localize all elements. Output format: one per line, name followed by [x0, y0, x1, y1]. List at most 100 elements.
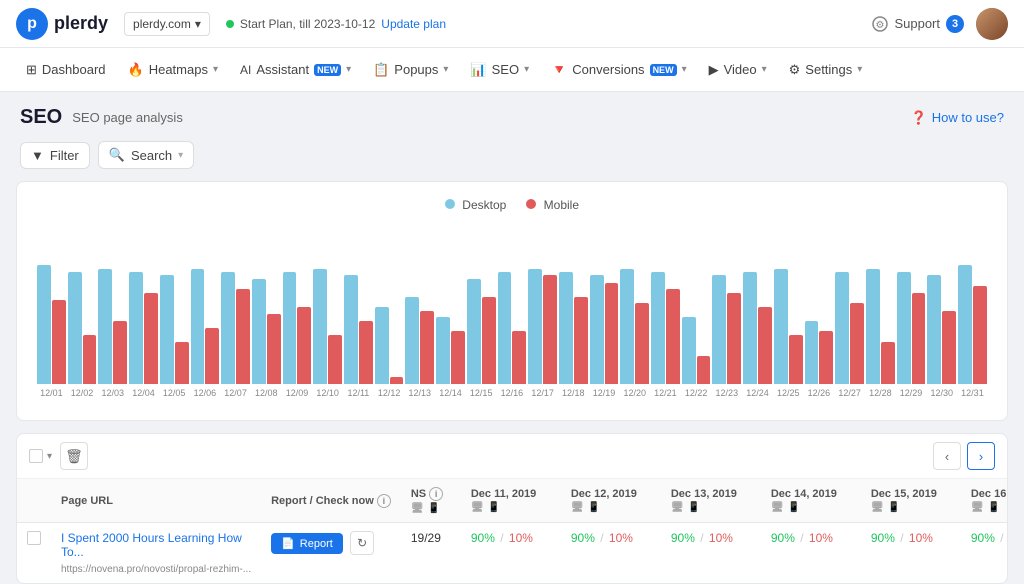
bar-group	[927, 275, 956, 384]
nav-item-dashboard[interactable]: ⊞ Dashboard	[16, 56, 116, 84]
topbar-right: ⚙ Support 3	[872, 8, 1008, 40]
next-page-button[interactable]: ›	[967, 442, 995, 470]
chevron-down-icon: ▾	[346, 64, 351, 75]
chart-label: 12/02	[68, 388, 97, 398]
conversions-icon: 🔻	[551, 62, 567, 78]
bar-group	[805, 321, 834, 384]
nav-label-heatmaps: Heatmaps	[149, 62, 208, 77]
mobile-legend-dot	[526, 199, 536, 209]
search-button[interactable]: 🔍 Search ▾	[98, 141, 194, 169]
update-plan-link[interactable]: Update plan	[381, 17, 446, 31]
nav-item-assistant[interactable]: AI Assistant NEW ▾	[230, 56, 361, 83]
chevron-down-icon: ▾	[857, 64, 862, 75]
nav-label-settings: Settings	[805, 62, 852, 77]
row-checkbox[interactable]	[27, 531, 41, 545]
row-date-1-cell: 90% / 10%	[461, 523, 561, 584]
table-toolbar-left: ▾ 🗑	[29, 442, 88, 470]
chart-label: 12/11	[344, 388, 373, 398]
question-icon: ❓	[911, 110, 927, 126]
bar-group	[252, 279, 281, 384]
col-report: Report / Check now i	[261, 479, 401, 523]
page-title: SEO	[20, 106, 62, 129]
desktop-bar	[620, 269, 634, 384]
desktop-bar	[774, 269, 788, 384]
mobile-bar	[267, 314, 281, 384]
chevron-down-icon: ▾	[762, 64, 767, 75]
report-button[interactable]: 📄 Report	[271, 533, 343, 554]
mobile-legend-label: Mobile	[544, 198, 579, 212]
chart-label: 12/15	[467, 388, 496, 398]
assistant-badge: NEW	[314, 64, 341, 76]
how-to-use-link[interactable]: ❓ How to use?	[911, 110, 1004, 126]
desktop-icon: 🖥	[571, 502, 584, 513]
filter-button[interactable]: ▼ Filter	[20, 142, 90, 169]
chart-label: 12/31	[958, 388, 987, 398]
nav-item-settings[interactable]: ⚙ Settings ▾	[779, 56, 873, 84]
bar-group	[897, 272, 926, 384]
domain-selector[interactable]: plerdy.com ▾	[124, 12, 210, 36]
bar-group	[590, 275, 619, 384]
table-row: I Spent 2000 Hours Learning How To... ht…	[17, 523, 1008, 584]
support-button[interactable]: ⚙ Support 3	[872, 15, 964, 33]
chevron-down-icon: ▾	[213, 64, 218, 75]
row-date-5-cell: 90% / 10%	[861, 523, 961, 584]
report-label: Report	[300, 538, 333, 550]
desktop-bar	[221, 272, 235, 384]
table-body: I Spent 2000 Hours Learning How To... ht…	[17, 523, 1008, 584]
prev-page-button[interactable]: ‹	[933, 442, 961, 470]
row-checkbox-cell	[17, 523, 51, 584]
bar-group	[467, 279, 496, 384]
chart-label: 12/12	[375, 388, 404, 398]
nav-item-seo[interactable]: 📊 SEO ▾	[460, 56, 539, 84]
mobile-small-icon: 📱	[428, 503, 440, 514]
logo[interactable]: p plerdy	[16, 8, 108, 40]
bar-group	[221, 272, 250, 384]
nav-item-video[interactable]: ▶ Video ▾	[699, 56, 777, 84]
search-label: Search	[131, 148, 172, 163]
page-url-link[interactable]: I Spent 2000 Hours Learning How To...	[61, 531, 251, 559]
col-date-2: Dec 12, 2019 🖥 📱	[561, 479, 661, 523]
mobile-bar	[819, 331, 833, 384]
refresh-button[interactable]: ↻	[350, 531, 374, 555]
nav-label-video: Video	[724, 62, 757, 77]
pct-desktop: 90%	[471, 531, 495, 545]
page-subtitle: SEO page analysis	[72, 110, 183, 125]
bar-group	[712, 275, 741, 384]
desktop-bar	[129, 272, 143, 384]
bar-group	[682, 317, 711, 384]
chart-label: 12/28	[866, 388, 895, 398]
chart-label: 12/30	[927, 388, 956, 398]
desktop-bar	[467, 279, 481, 384]
nav-item-conversions[interactable]: 🔻 Conversions NEW ▾	[541, 56, 696, 84]
nav-item-heatmaps[interactable]: 🔥 Heatmaps ▾	[118, 56, 228, 84]
row-date-4-cell: 90% / 10%	[761, 523, 861, 584]
mobile-bar	[512, 331, 526, 384]
desktop-bar	[252, 279, 266, 384]
table-container: ▾ 🗑 ‹ › Page URL Report / Check now i	[16, 433, 1008, 584]
bar-group	[835, 272, 864, 384]
bar-group	[436, 317, 465, 384]
col-ns: NS i 🖥 📱	[401, 479, 461, 523]
bar-group	[313, 269, 342, 384]
delete-button[interactable]: 🗑	[60, 442, 88, 470]
bar-group	[68, 272, 97, 384]
desktop-bar	[866, 269, 880, 384]
support-icon: ⚙	[872, 16, 888, 32]
desktop-bar	[405, 297, 419, 384]
bar-group	[774, 269, 803, 384]
mobile-icon: 📱	[488, 502, 500, 513]
ns-info-icon[interactable]: i	[429, 487, 443, 501]
mobile-bar	[850, 303, 864, 384]
avatar[interactable]	[976, 8, 1008, 40]
support-count: 3	[946, 15, 964, 33]
row-report-cell: 📄 Report ↻	[261, 523, 401, 584]
video-icon: ▶	[709, 62, 719, 78]
domain-chevron-icon: ▾	[195, 17, 201, 31]
svg-text:⚙: ⚙	[876, 20, 885, 31]
bar-group	[160, 275, 189, 384]
nav-item-popups[interactable]: 📋 Popups ▾	[363, 56, 458, 84]
table-header: Page URL Report / Check now i NS i 🖥 📱	[17, 479, 1008, 523]
checkbox-dropdown-icon[interactable]: ▾	[47, 451, 52, 462]
report-info-icon[interactable]: i	[377, 494, 391, 508]
select-all-checkbox[interactable]	[29, 449, 43, 463]
